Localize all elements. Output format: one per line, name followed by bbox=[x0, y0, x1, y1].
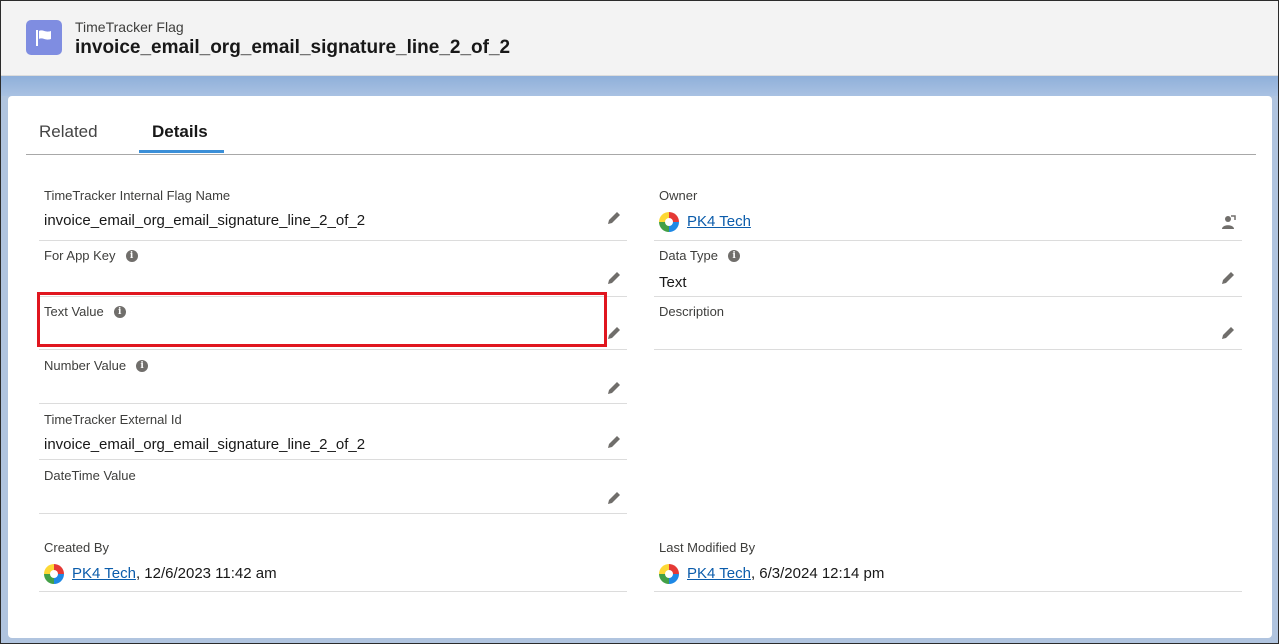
field-label: For App Key i bbox=[44, 248, 138, 263]
field-label: TimeTracker External Id bbox=[44, 412, 182, 427]
tab-details[interactable]: Details bbox=[152, 122, 208, 142]
user-avatar bbox=[659, 212, 679, 232]
field-value: invoice_email_org_email_signature_line_2… bbox=[44, 436, 366, 453]
info-icon[interactable]: i bbox=[125, 249, 138, 262]
pencil-icon[interactable] bbox=[606, 325, 622, 341]
pencil-icon[interactable] bbox=[606, 270, 622, 286]
field-datetime-value: DateTime Value bbox=[39, 468, 627, 514]
header-background-band bbox=[1, 76, 1278, 96]
record-header: TimeTracker Flag invoice_email_org_email… bbox=[1, 1, 1278, 76]
flag-icon bbox=[26, 20, 62, 55]
highlight-box bbox=[37, 292, 607, 347]
pencil-icon[interactable] bbox=[606, 490, 622, 506]
field-label: Description bbox=[659, 304, 725, 319]
field-label: Last Modified By bbox=[659, 540, 756, 555]
pencil-icon[interactable] bbox=[606, 380, 622, 396]
pencil-icon[interactable] bbox=[1220, 325, 1236, 341]
user-avatar bbox=[659, 564, 679, 584]
change-owner-icon[interactable] bbox=[1220, 214, 1236, 230]
field-value: PK4 Tech, 12/6/2023 11:42 am bbox=[44, 564, 277, 584]
field-label: Created By bbox=[44, 540, 110, 555]
user-avatar bbox=[44, 564, 64, 584]
field-value: PK4 Tech, 6/3/2024 12:14 pm bbox=[659, 564, 884, 584]
field-last-modified-by: Last Modified By PK4 Tech, 6/3/2024 12:1… bbox=[654, 540, 1242, 592]
field-for-app-key: For App Key i bbox=[39, 248, 627, 297]
field-value: Text bbox=[659, 274, 687, 291]
field-description: Description bbox=[654, 304, 1242, 350]
object-label: TimeTracker Flag bbox=[75, 19, 184, 35]
field-label: Number Value i bbox=[44, 358, 149, 373]
field-internal-flag-name: TimeTracker Internal Flag Name invoice_e… bbox=[39, 188, 627, 241]
owner-link[interactable]: PK4 Tech bbox=[687, 213, 751, 230]
record-title: invoice_email_org_email_signature_line_2… bbox=[75, 37, 511, 58]
field-external-id: TimeTracker External Id invoice_email_or… bbox=[39, 412, 627, 460]
user-link[interactable]: PK4 Tech bbox=[72, 565, 136, 582]
tab-bar: Related Details bbox=[26, 96, 1256, 155]
pencil-icon[interactable] bbox=[606, 210, 622, 226]
field-created-by: Created By PK4 Tech, 12/6/2023 11:42 am bbox=[39, 540, 627, 592]
pencil-icon[interactable] bbox=[606, 434, 622, 450]
field-owner: Owner PK4 Tech bbox=[654, 188, 1242, 241]
field-value: invoice_email_org_email_signature_line_2… bbox=[44, 212, 366, 229]
user-link[interactable]: PK4 Tech bbox=[687, 565, 751, 582]
active-tab-indicator bbox=[139, 150, 224, 153]
created-date: , 12/6/2023 11:42 am bbox=[135, 564, 277, 582]
modified-date: , 6/3/2024 12:14 pm bbox=[750, 564, 885, 582]
field-label: Data Type i bbox=[659, 248, 741, 263]
field-value: PK4 Tech bbox=[659, 212, 751, 232]
pencil-icon[interactable] bbox=[1220, 270, 1236, 286]
field-number-value: Number Value i bbox=[39, 358, 627, 404]
field-data-type: Data Type i Text bbox=[654, 248, 1242, 297]
tab-related[interactable]: Related bbox=[39, 122, 98, 142]
info-icon[interactable]: i bbox=[136, 359, 149, 372]
field-label: Owner bbox=[659, 188, 698, 203]
record-page: TimeTracker Flag invoice_email_org_email… bbox=[0, 0, 1279, 644]
info-icon[interactable]: i bbox=[728, 249, 741, 262]
field-label: TimeTracker Internal Flag Name bbox=[44, 188, 231, 203]
field-label: DateTime Value bbox=[44, 468, 136, 483]
